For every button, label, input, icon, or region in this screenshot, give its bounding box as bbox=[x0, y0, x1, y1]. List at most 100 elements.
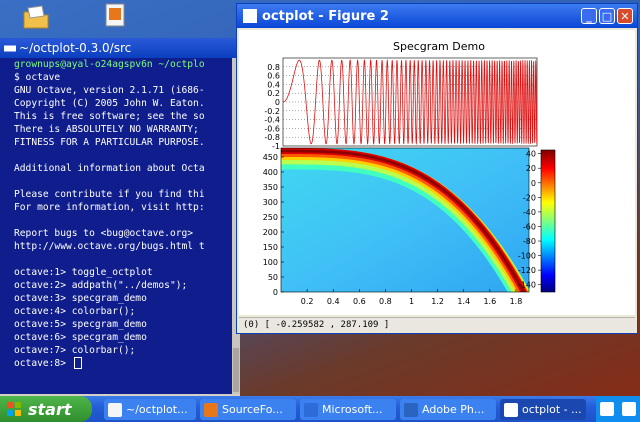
terminal-output[interactable]: grownups@ayal-o24agspv6n ~/octplo $ octav… bbox=[0, 58, 232, 394]
terminal-line: There is ABSOLUTELY NO WARRANTY; bbox=[14, 124, 199, 135]
colorbar-tick-label: 20 bbox=[526, 164, 536, 173]
waveform-axes: 0.80.60.40.20-0.2-0.4-0.6-0.8-1 bbox=[264, 57, 538, 151]
colorbar-tick-label: -20 bbox=[523, 193, 536, 202]
y-tick-label: -1 bbox=[272, 142, 280, 151]
taskbar-button-label: ~/octplot... bbox=[126, 403, 188, 416]
y-tick-label: 0.4 bbox=[267, 80, 280, 89]
terminal-line: octave:5> specgram_demo bbox=[14, 319, 147, 330]
y-tick-label: 450 bbox=[263, 153, 278, 162]
y-tick-label: 250 bbox=[263, 213, 278, 222]
start-label: start bbox=[28, 399, 72, 419]
folder-icon[interactable] bbox=[22, 4, 50, 30]
scrollbar-thumb[interactable] bbox=[233, 348, 239, 392]
terminal-line: Report bugs to <bug@octave.org> bbox=[14, 228, 194, 239]
start-button[interactable]: start bbox=[0, 396, 92, 422]
taskbar-button-label: octplot - ... bbox=[522, 403, 582, 416]
minimize-button[interactable]: _ bbox=[581, 8, 597, 24]
tray-window-icon[interactable] bbox=[600, 402, 614, 416]
colorbar-tick-label: -40 bbox=[523, 208, 536, 217]
terminal-line: Copyright (C) 2005 John W. Eaton. bbox=[14, 98, 205, 109]
colorbar-tick-label: -60 bbox=[523, 222, 536, 231]
x-tick-label: 0.4 bbox=[327, 297, 340, 306]
app-icon bbox=[504, 402, 518, 417]
terminal-line: FITNESS FOR A PARTICULAR PURPOSE. bbox=[14, 137, 205, 148]
spectrogram-axes: 450 400 350 300 250 200 150 100 50 0 0.2 0.4 0.6 0.8 1… bbox=[263, 147, 530, 306]
taskbar-button[interactable]: ~/octplot... bbox=[104, 399, 196, 420]
taskbar-button-label: Adobe Ph... bbox=[422, 403, 485, 416]
y-tick-label: -0.6 bbox=[264, 124, 280, 133]
y-tick-label: 50 bbox=[268, 273, 278, 282]
colorbar-gradient bbox=[540, 149, 556, 293]
document-icon[interactable] bbox=[102, 2, 130, 28]
terminal-line: octave:2> addpath("../demos"); bbox=[14, 280, 188, 291]
taskbar: start ~/octplot... SourceFo... Microsoft..… bbox=[0, 396, 640, 422]
x-tick-label: 1.4 bbox=[457, 297, 470, 306]
terminal-window[interactable]: ■■ ~/octplot-0.3.0/src grownups@ayal-o24… bbox=[0, 38, 240, 396]
y-tick-label: 0 bbox=[275, 98, 280, 107]
app-icon bbox=[204, 402, 218, 417]
colorbar-tick-label: -80 bbox=[523, 237, 536, 246]
y-tick-label: 0 bbox=[273, 288, 278, 297]
taskbar-button[interactable]: SourceFo... bbox=[200, 399, 296, 420]
terminal-icon: ■■ bbox=[4, 42, 17, 54]
y-tick-label: -0.2 bbox=[264, 107, 280, 116]
x-tick-label: 1 bbox=[409, 297, 414, 306]
close-button[interactable]: ✕ bbox=[617, 8, 633, 24]
terminal-line: This is free software; see the so bbox=[14, 111, 205, 122]
x-tick-label: 0.2 bbox=[301, 297, 314, 306]
terminal-line: octave:1> toggle_octplot bbox=[14, 267, 153, 278]
window-icon bbox=[243, 9, 257, 23]
x-tick-label: 1.6 bbox=[483, 297, 496, 306]
terminal-title: ~/octplot-0.3.0/src bbox=[19, 41, 132, 55]
windows-logo-icon bbox=[7, 402, 21, 416]
taskbar-button-label: Microsoft... bbox=[322, 403, 383, 416]
plot-canvas[interactable]: Specgram Demo 0.8 0.6 0.4 0.2 0 -0.2 -0.4 -0.6-… bbox=[239, 30, 635, 315]
taskbar-button[interactable]: Microsoft... bbox=[300, 399, 396, 420]
y-tick-label: 300 bbox=[263, 198, 278, 207]
colorbar-tick-label: -140 bbox=[518, 281, 536, 290]
y-tick-label: 0.6 bbox=[267, 72, 280, 81]
tray-app-icon[interactable] bbox=[622, 402, 636, 416]
terminal-line: octave:4> colorbar(); bbox=[14, 306, 136, 317]
terminal-cursor bbox=[73, 357, 82, 369]
terminal-line: octave:8> bbox=[0, 357, 232, 370]
x-tick-label: 0.6 bbox=[353, 297, 366, 306]
app-icon bbox=[404, 402, 418, 417]
figure-title: octplot - Figure 2 bbox=[262, 8, 389, 24]
y-tick-label: -0.4 bbox=[264, 116, 280, 125]
status-bar: (0) [ -0.259582 , 287.109 ] bbox=[239, 317, 635, 331]
colorbar-tick-label: -100 bbox=[518, 252, 536, 261]
figure-titlebar[interactable]: octplot - Figure 2 _ □ ✕ bbox=[237, 4, 637, 28]
colorbar-tick-label: 0 bbox=[531, 179, 536, 188]
taskbar-button[interactable]: octplot - ... bbox=[500, 399, 586, 420]
terminal-line: Please contribute if you find thi bbox=[14, 189, 205, 200]
y-tick-label: 200 bbox=[263, 228, 278, 237]
taskbar-button[interactable]: Adobe Ph... bbox=[400, 399, 496, 420]
y-tick-label: -0.8 bbox=[264, 133, 280, 142]
colorbar-tick-label: -120 bbox=[518, 266, 536, 275]
system-tray bbox=[596, 396, 640, 422]
terminal-titlebar[interactable]: ■■ ~/octplot-0.3.0/src bbox=[0, 38, 240, 58]
x-tick-label: 1.2 bbox=[431, 297, 444, 306]
terminal-line: octave:7> colorbar(); bbox=[14, 345, 136, 356]
y-tick-label: 100 bbox=[263, 258, 278, 267]
terminal-line: GNU Octave, version 2.1.71 (i686- bbox=[14, 85, 205, 96]
terminal-line: For more information, visit http: bbox=[14, 202, 205, 213]
y-tick-label: 150 bbox=[263, 243, 278, 252]
terminal-line: grownups@ayal-o24agspv6n ~/octplo bbox=[14, 59, 205, 70]
figure-window[interactable]: octplot - Figure 2 _ □ ✕ Specgram Demo 0… bbox=[236, 3, 638, 334]
app-icon bbox=[304, 402, 318, 417]
chart-title: Specgram Demo bbox=[393, 40, 485, 53]
taskbar-button-label: SourceFo... bbox=[222, 403, 283, 416]
colorbar-tick-label: 40 bbox=[526, 150, 536, 159]
terminal-line: octave:3> specgram_demo bbox=[14, 293, 147, 304]
maximize-button[interactable]: □ bbox=[599, 8, 615, 24]
terminal-line: octave:6> specgram_demo bbox=[14, 332, 147, 343]
plot-svg[interactable]: Specgram Demo 0.80.60.40.20-0.2-0.4-0.6-… bbox=[239, 30, 635, 315]
x-tick-label: 1.8 bbox=[510, 297, 523, 306]
y-tick-label: 0.8 bbox=[267, 63, 280, 72]
